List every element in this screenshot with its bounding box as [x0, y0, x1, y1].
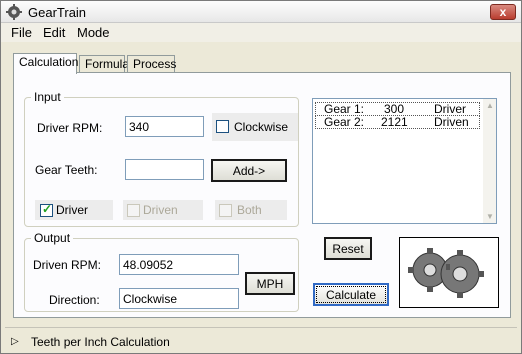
both-checkbox[interactable] [219, 204, 232, 217]
tab-calculation[interactable]: Calculation [13, 53, 78, 74]
gear-teeth-cell: 2121 [381, 115, 408, 129]
menu-file[interactable]: File [11, 25, 32, 40]
both-label: Both [237, 203, 262, 217]
close-icon: x [499, 5, 507, 19]
tab-process[interactable]: Process [127, 55, 176, 73]
expand-arrow-icon[interactable]: ▷ [11, 336, 19, 347]
gear-teeth-label: Gear Teeth: [35, 163, 98, 177]
teeth-per-inch-expander[interactable]: ▷ Teeth per Inch Calculation [1, 331, 521, 353]
calculate-button[interactable]: Calculate [313, 283, 389, 306]
list-item[interactable]: Gear 2: 2121 Driven [315, 115, 480, 129]
gears-image [399, 237, 499, 308]
driven-checkbox[interactable] [127, 204, 140, 217]
list-item[interactable]: Gear 1: 300 Driver [315, 102, 480, 116]
mph-button[interactable]: MPH [245, 272, 295, 295]
driven-rpm-label: Driven RPM: [33, 258, 102, 272]
menu-edit[interactable]: Edit [43, 25, 65, 40]
driven-option[interactable]: Driven [123, 200, 203, 220]
gears-icon [408, 248, 484, 298]
driver-checkbox[interactable]: ✓ [40, 202, 53, 217]
reset-button[interactable]: Reset [324, 237, 372, 260]
gear-app-icon [6, 4, 22, 20]
driver-rpm-input[interactable] [125, 116, 204, 137]
checkmark-icon: ✓ [42, 202, 53, 216]
title-bar[interactable]: GearTrain x [1, 1, 521, 23]
gear-teeth-input[interactable] [125, 159, 204, 180]
clockwise-checkbox[interactable] [216, 120, 229, 133]
scroll-down-icon[interactable]: ▼ [486, 212, 494, 221]
clockwise-option[interactable]: Clockwise [212, 113, 298, 141]
driver-label: Driver [56, 203, 88, 217]
calculation-panel: Input Driver RPM: Clockwise Gear Teeth: … [13, 72, 511, 318]
menu-bar: File Edit Mode [1, 23, 521, 42]
output-group: Output Driven RPM: Direction: MPH [24, 231, 299, 312]
direction-output[interactable] [119, 288, 239, 309]
clockwise-label: Clockwise [234, 120, 289, 134]
add-gear-button[interactable]: Add-> [211, 159, 287, 182]
driven-rpm-output[interactable] [119, 254, 239, 275]
output-group-title: Output [31, 231, 74, 245]
input-group: Input Driver RPM: Clockwise Gear Teeth: … [24, 90, 299, 227]
menu-mode[interactable]: Mode [77, 25, 110, 40]
teeth-per-inch-label: Teeth per Inch Calculation [31, 335, 170, 349]
list-scrollbar[interactable]: ▲ ▼ [483, 99, 496, 223]
gear-name-cell: Gear 2: [324, 115, 365, 129]
gear-list[interactable]: Gear 1: 300 Driver Gear 2: 2121 Driven ▲… [312, 98, 497, 224]
both-option[interactable]: Both [215, 200, 287, 220]
input-group-title: Input [31, 90, 64, 104]
scroll-up-icon[interactable]: ▲ [486, 101, 494, 110]
direction-label: Direction: [49, 293, 100, 307]
separator [5, 327, 517, 328]
driven-label: Driven [143, 203, 178, 217]
window-title: GearTrain [28, 5, 87, 20]
close-button[interactable]: x [490, 4, 516, 20]
app-window: GearTrain x File Edit Mode Calculation F… [0, 0, 522, 354]
tab-formula[interactable]: Formula [79, 55, 129, 73]
gear-role-cell: Driven [434, 115, 469, 129]
driver-rpm-label: Driver RPM: [37, 121, 103, 135]
driver-option[interactable]: ✓ Driver [35, 200, 113, 220]
